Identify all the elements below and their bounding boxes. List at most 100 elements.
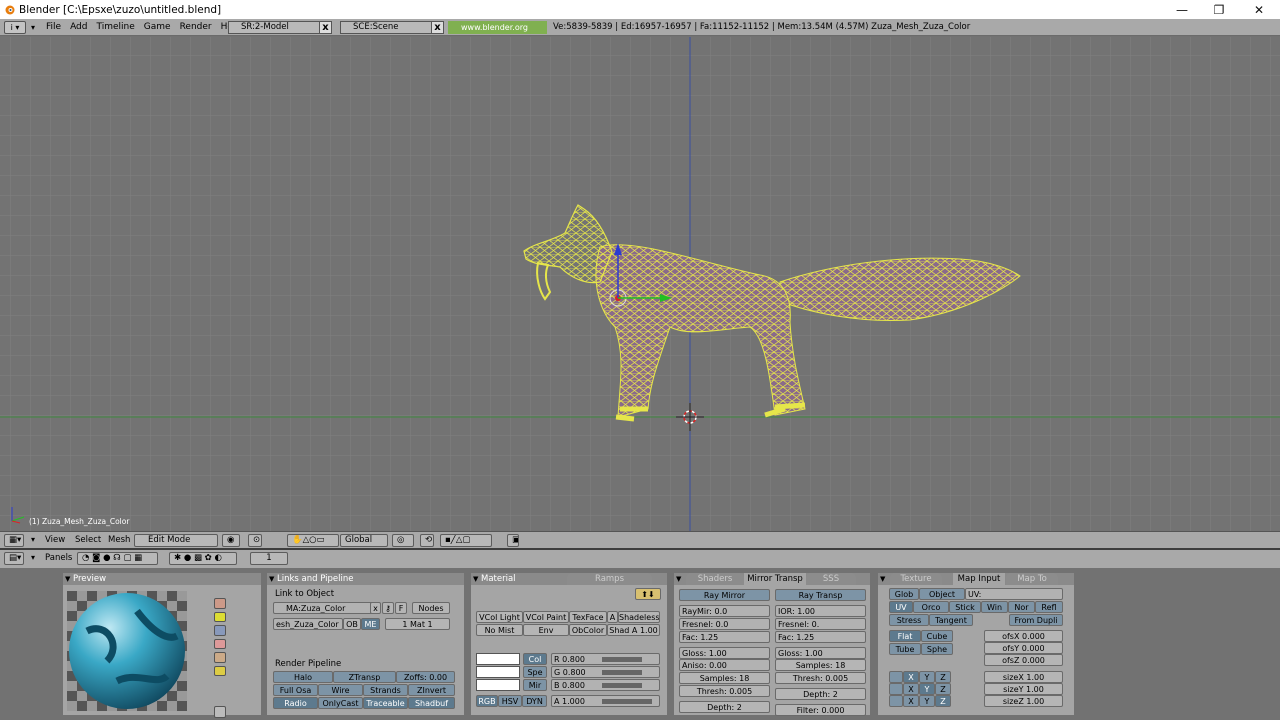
sss-tab[interactable]: SSS [806, 573, 856, 585]
menu-game[interactable]: Game [144, 22, 171, 32]
fresnel-tra-slider[interactable]: Fresnel: 0. [775, 618, 866, 630]
map-y-button[interactable]: Y [919, 683, 935, 695]
f-button[interactable]: F [395, 602, 407, 614]
preview-title[interactable]: Preview [63, 573, 106, 585]
shad-a-field[interactable]: Shad A 1.00 [607, 624, 660, 636]
ofsx-field[interactable]: ofsX 0.000 [984, 630, 1063, 642]
cube-button[interactable]: Cube [921, 630, 953, 642]
map-x-y-button[interactable]: Y [919, 671, 935, 683]
vcol-paint-button[interactable]: VCol Paint [523, 611, 569, 623]
layer-icon[interactable]: ◎ [392, 534, 414, 547]
stick-button[interactable]: Stick [949, 601, 981, 613]
map-x-x-button[interactable] [889, 671, 903, 683]
shadbuf-button[interactable]: Shadbuf [408, 697, 455, 709]
tube-button[interactable]: Tube [889, 643, 921, 655]
map-z-x-button[interactable]: X [903, 695, 919, 707]
vcol-light-button[interactable]: VCol Light [476, 611, 523, 623]
gloss-mir-slider[interactable]: Gloss: 1.00 [679, 647, 770, 659]
b-slider[interactable]: B 0.800 [551, 679, 660, 691]
context-buttons[interactable]: ◔ ◙ ● ☊ ▢ ▦ [77, 552, 158, 565]
a-slider[interactable]: A 1.000 [551, 695, 660, 707]
pivot-icon[interactable]: ⊙ [248, 534, 262, 547]
map-z-y-button[interactable]: Y [919, 695, 935, 707]
ztransp-button[interactable]: ZTransp [333, 671, 396, 683]
minimize-button[interactable]: — [1163, 0, 1201, 19]
map-z-blank-button[interactable] [889, 695, 903, 707]
shading-context-buttons[interactable]: ✱ ● ▩ ✿ ◐ [169, 552, 237, 565]
raymir-slider[interactable]: RayMir: 0.0 [679, 605, 770, 617]
mirror-collapse[interactable] [674, 573, 684, 585]
preview-cube-icon[interactable] [214, 625, 226, 636]
gloss-tra-slider[interactable]: Gloss: 1.00 [775, 647, 866, 659]
ray-transp-button[interactable]: Ray Transp [775, 589, 866, 601]
object-button[interactable]: Object [919, 588, 965, 600]
col-button[interactable]: Col [523, 653, 547, 665]
screen-selector[interactable]: SR:2-Model [228, 21, 320, 34]
spe-swatch[interactable] [476, 666, 520, 678]
nor-button[interactable]: Nor [1008, 601, 1035, 613]
thresh-mir-field[interactable]: Thresh: 0.005 [679, 685, 770, 697]
maximize-button[interactable]: ❐ [1200, 0, 1238, 19]
sizey-field[interactable]: sizeY 1.00 [984, 683, 1063, 695]
copy-paste-material-icon[interactable]: ⬆⬇ [635, 588, 661, 600]
buttons-editor-type-button[interactable]: ▤▾ [4, 552, 24, 565]
ior-slider[interactable]: IOR: 1.00 [775, 605, 866, 617]
preview-flat-icon[interactable] [214, 598, 226, 609]
mir-button[interactable]: Mir [523, 679, 547, 691]
menu-render[interactable]: Render [180, 22, 212, 32]
scene-selector[interactable]: SCE:Scene [340, 21, 432, 34]
menu-timeline[interactable]: Timeline [97, 22, 135, 32]
win-button[interactable]: Win [981, 601, 1008, 613]
unlink-material-button[interactable]: x [370, 602, 381, 614]
ramps-tab[interactable]: Ramps [567, 573, 652, 585]
r-slider[interactable]: R 0.800 [551, 653, 660, 665]
traceable-button[interactable]: Traceable [363, 697, 408, 709]
3d-viewport[interactable]: (1) Zuza_Mesh_Zuza_Color [0, 37, 1280, 531]
g-slider[interactable]: G 0.800 [551, 666, 660, 678]
orientation-selector[interactable]: Global [340, 534, 388, 547]
map-z-button[interactable]: Z [935, 695, 951, 707]
zoffs-field[interactable]: Zoffs: 0.00 [396, 671, 455, 683]
depth-mir-field[interactable]: Depth: 2 [679, 701, 770, 713]
select-mode-icons[interactable]: ▪╱△▢ [440, 534, 492, 547]
fac-tra-slider[interactable]: Fac: 1.25 [775, 631, 866, 643]
thresh-tra-field[interactable]: Thresh: 0.005 [775, 672, 866, 684]
close-button[interactable]: ✕ [1240, 0, 1278, 19]
ofsy-field[interactable]: ofsY 0.000 [984, 642, 1063, 654]
fresnel-mir-slider[interactable]: Fresnel: 0.0 [679, 618, 770, 630]
refl-button[interactable]: Refl [1035, 601, 1063, 613]
manipulator-icons[interactable]: ✋△○▭ [287, 534, 339, 547]
render-icon[interactable]: ▣ [507, 534, 519, 547]
material-index-field[interactable]: 1 Mat 1 [385, 618, 450, 630]
map-y-z-button[interactable]: Z [935, 683, 951, 695]
mir-swatch[interactable] [476, 679, 520, 691]
mesh-name-field[interactable]: esh_Zuza_Color [273, 618, 343, 630]
delete-screen-button[interactable]: x [319, 21, 332, 34]
preview-sky-icon[interactable] [214, 665, 226, 676]
material-tab[interactable]: Material [471, 573, 563, 585]
tangent-button[interactable]: Tangent [929, 614, 973, 626]
obcolor-button[interactable]: ObColor [569, 624, 607, 636]
editor-type-button[interactable]: i ▾ [4, 21, 26, 34]
samples-tra-field[interactable]: Samples: 18 [775, 659, 866, 671]
dyn-button[interactable]: DYN [522, 695, 547, 707]
mirror-transp-tab[interactable]: Mirror Transp [744, 573, 806, 585]
halo-button[interactable]: Halo [273, 671, 333, 683]
alpha-button[interactable]: A [607, 611, 618, 623]
delete-scene-button[interactable]: x [431, 21, 444, 34]
rgb-button[interactable]: RGB [476, 695, 498, 707]
uv-layer-field[interactable]: UV: [965, 588, 1063, 600]
links-pipeline-title[interactable]: Links and Pipeline [267, 573, 354, 585]
hsv-button[interactable]: HSV [498, 695, 522, 707]
env-button[interactable]: Env [523, 624, 569, 636]
mode-selector[interactable]: Edit Mode [134, 534, 218, 547]
samples-mir-field[interactable]: Samples: 18 [679, 672, 770, 684]
me-button[interactable]: ME [361, 618, 380, 630]
menu-select[interactable]: Select [75, 535, 101, 545]
map-x-z-button[interactable]: Z [935, 671, 951, 683]
depth-tra-field[interactable]: Depth: 2 [775, 688, 866, 700]
preview-type-buttons[interactable] [214, 598, 226, 676]
blender-website-link[interactable]: www.blender.org 249.2 [448, 21, 547, 45]
orco-button[interactable]: Orco [913, 601, 949, 613]
buttons-collapse-icon[interactable]: ▾ [31, 553, 35, 562]
